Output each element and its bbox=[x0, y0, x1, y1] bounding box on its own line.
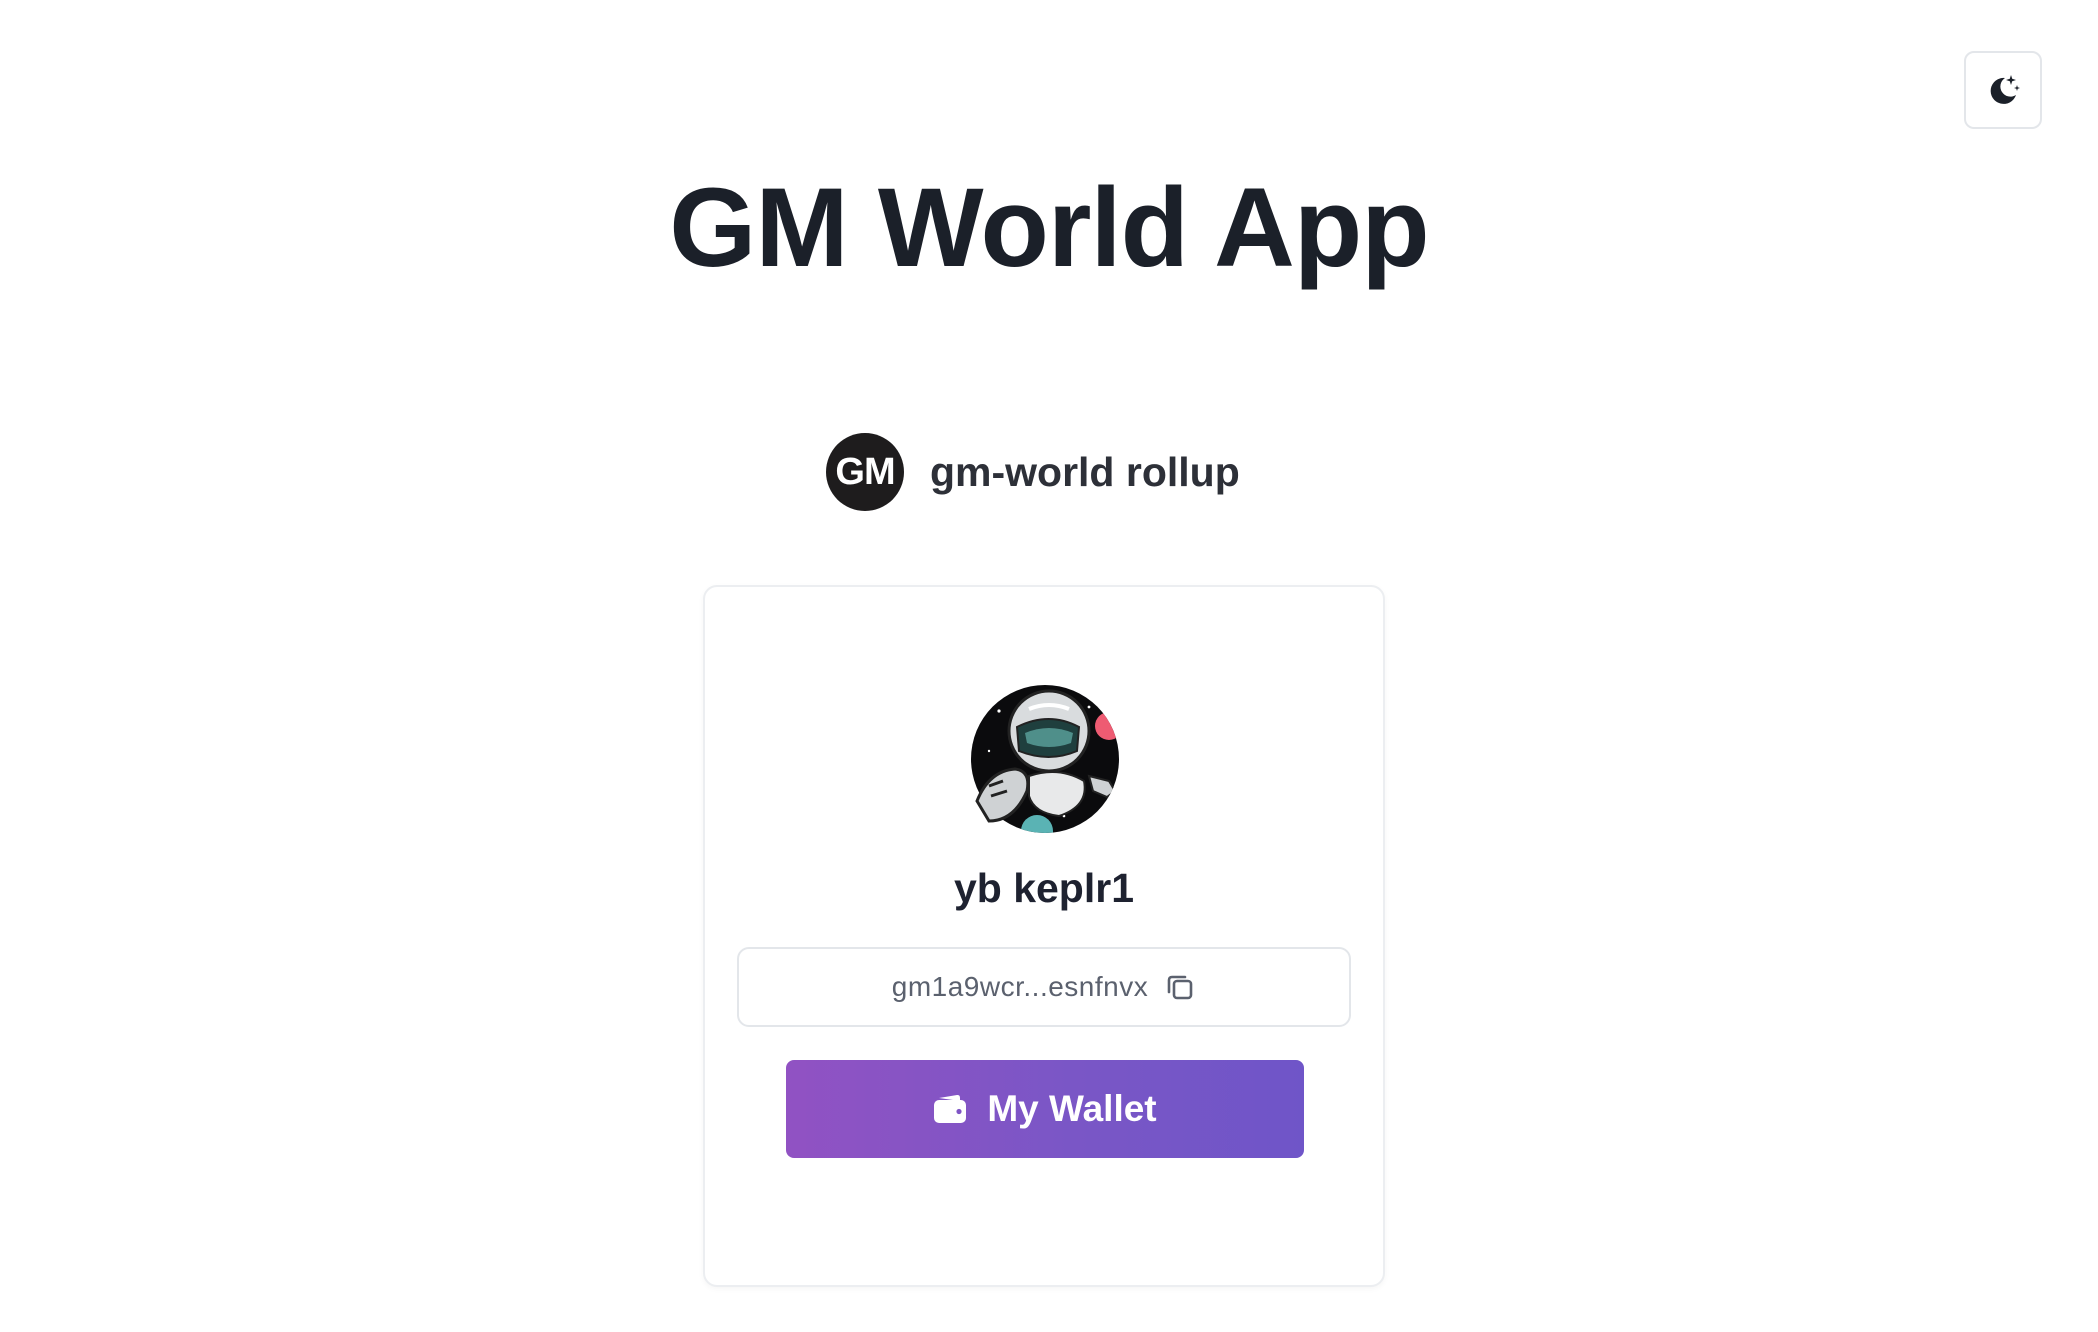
my-wallet-label: My Wallet bbox=[987, 1088, 1157, 1129]
wallet-username: yb keplr1 bbox=[953, 865, 1135, 911]
my-wallet-button[interactable]: My Wallet bbox=[786, 1060, 1304, 1158]
chain-logo: GM bbox=[826, 433, 904, 511]
wallet-address-copy[interactable]: gm1a9wcr...esnfnvx bbox=[737, 947, 1351, 1027]
page: GM World App GM gm-world rollup yb keplr… bbox=[0, 0, 2098, 1332]
wallet-icon bbox=[933, 1094, 967, 1124]
copy-icon[interactable] bbox=[1164, 971, 1196, 1003]
wallet-card: yb keplr1 gm1a9wcr...esnfnvx My Wallet bbox=[703, 585, 1385, 1287]
theme-toggle-button[interactable] bbox=[1964, 51, 2042, 129]
moon-stars-icon bbox=[1983, 70, 2023, 110]
astronaut-avatar bbox=[969, 681, 1125, 837]
chain-name: gm-world rollup bbox=[930, 448, 1240, 495]
wallet-address: gm1a9wcr...esnfnvx bbox=[891, 971, 1149, 1002]
page-title: GM World App bbox=[669, 165, 1429, 290]
chain-info: GM gm-world rollup bbox=[826, 432, 1240, 512]
